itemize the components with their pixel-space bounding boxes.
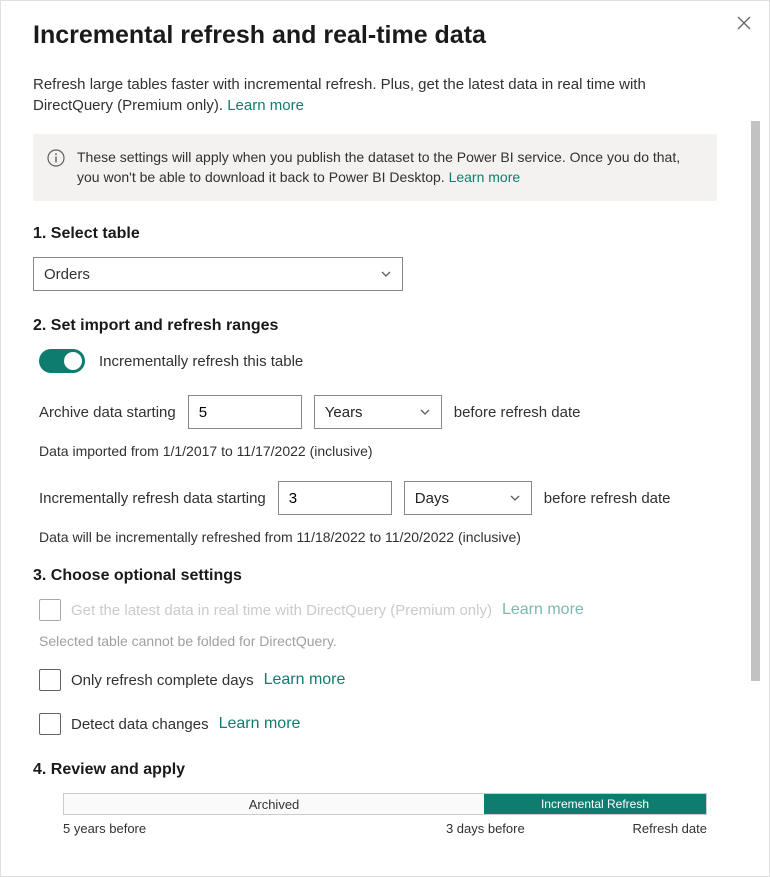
timeline-labels: 5 years before 3 days before Refresh dat… (63, 821, 707, 836)
archive-unit-value: Years (325, 404, 363, 421)
table-select[interactable]: Orders (33, 257, 403, 291)
archive-value-input[interactable] (188, 395, 302, 429)
incremental-refresh-dialog: Incremental refresh and real-time data R… (0, 0, 770, 877)
complete-days-option-row: Only refresh complete days Learn more (33, 669, 737, 691)
directquery-label: Get the latest data in real time with Di… (71, 602, 492, 619)
step-1: 1. Select table Orders (33, 225, 737, 291)
chevron-down-icon (419, 406, 431, 418)
step-1-heading: 1. Select table (33, 225, 737, 243)
archive-prefix: Archive data starting (39, 404, 176, 421)
learn-more-link-info[interactable]: Learn more (449, 169, 521, 185)
step-3: 3. Choose optional settings Get the late… (33, 567, 737, 735)
detect-changes-label: Detect data changes (71, 716, 209, 733)
directquery-option-row: Get the latest data in real time with Di… (33, 599, 737, 621)
step-2-heading: 2. Set import and refresh ranges (33, 317, 737, 335)
archived-bar: Archived (64, 794, 484, 814)
info-bar-text: These settings will apply when you publi… (77, 148, 703, 187)
refresh-row: Incrementally refresh data starting Days… (33, 481, 737, 515)
scrollbar-thumb[interactable] (751, 121, 760, 681)
refresh-suffix: before refresh date (544, 490, 671, 507)
archive-suffix: before refresh date (454, 404, 581, 421)
archive-helper: Data imported from 1/1/2017 to 11/17/202… (33, 443, 737, 459)
toggle-row: Incrementally refresh this table (33, 349, 737, 373)
dialog-title: Incremental refresh and real-time data (33, 21, 737, 50)
learn-more-link-directquery[interactable]: Learn more (502, 601, 584, 619)
timeline-mid-label: 3 days before (446, 821, 525, 836)
archive-row: Archive data starting Years before refre… (33, 395, 737, 429)
info-text: These settings will apply when you publi… (77, 149, 680, 185)
detect-changes-checkbox[interactable] (39, 713, 61, 735)
complete-days-label: Only refresh complete days (71, 672, 254, 689)
chevron-down-icon (509, 492, 521, 504)
step-2: 2. Set import and refresh ranges Increme… (33, 317, 737, 545)
toggle-knob (64, 352, 82, 370)
step-4-heading: 4. Review and apply (33, 761, 737, 779)
info-icon (47, 148, 65, 187)
info-bar: These settings will apply when you publi… (33, 134, 717, 201)
subtitle-text: Refresh large tables faster with increme… (33, 76, 646, 114)
directquery-helper: Selected table cannot be folded for Dire… (33, 633, 737, 649)
table-select-value: Orders (44, 266, 90, 283)
refresh-unit-value: Days (415, 490, 449, 507)
toggle-label: Incrementally refresh this table (99, 353, 303, 370)
refresh-prefix: Incrementally refresh data starting (39, 490, 266, 507)
incremental-bar: Incremental Refresh (484, 794, 706, 814)
archive-unit-select[interactable]: Years (314, 395, 442, 429)
step-4: 4. Review and apply Archived Incremental… (33, 761, 737, 836)
timeline-bars: Archived Incremental Refresh (63, 793, 707, 815)
learn-more-link-complete-days[interactable]: Learn more (264, 671, 346, 689)
incremental-refresh-toggle[interactable] (39, 349, 85, 373)
timeline-right-label: Refresh date (633, 821, 707, 836)
refresh-helper: Data will be incrementally refreshed fro… (33, 529, 737, 545)
timeline: Archived Incremental Refresh 5 years bef… (33, 793, 737, 836)
step-3-heading: 3. Choose optional settings (33, 567, 737, 585)
chevron-down-icon (380, 268, 392, 280)
learn-more-link-subtitle[interactable]: Learn more (227, 97, 304, 114)
learn-more-link-detect-changes[interactable]: Learn more (219, 715, 301, 733)
refresh-unit-select[interactable]: Days (404, 481, 532, 515)
complete-days-checkbox[interactable] (39, 669, 61, 691)
directquery-checkbox (39, 599, 61, 621)
dialog-content: Incremental refresh and real-time data R… (1, 1, 769, 876)
detect-changes-option-row: Detect data changes Learn more (33, 713, 737, 735)
dialog-subtitle: Refresh large tables faster with increme… (33, 74, 737, 116)
timeline-left-label: 5 years before (63, 821, 146, 836)
refresh-value-input[interactable] (278, 481, 392, 515)
